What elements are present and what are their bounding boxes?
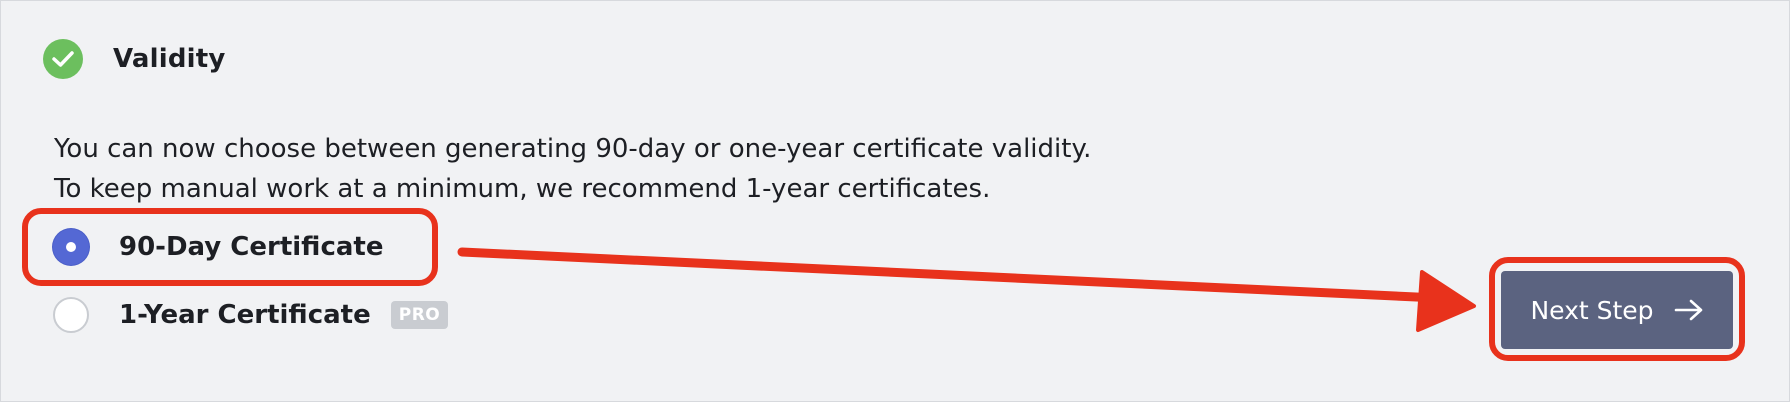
radio-90-day[interactable] <box>53 229 89 265</box>
option-90-day[interactable]: 90-Day Certificate <box>53 229 383 265</box>
description-line: To keep manual work at a minimum, we rec… <box>54 174 991 204</box>
description-line: You can now choose between generating 90… <box>54 134 1092 164</box>
section-title: Validity <box>113 44 226 74</box>
validity-panel: Validity You can now choose between gene… <box>0 0 1790 402</box>
arrow-right-icon <box>1674 299 1704 321</box>
section-header: Validity <box>43 39 226 79</box>
next-step-label: Next Step <box>1530 295 1654 325</box>
next-step-button[interactable]: Next Step <box>1501 271 1733 349</box>
option-label: 90-Day Certificate <box>119 232 384 262</box>
section-description: You can now choose between generating 90… <box>54 129 1091 209</box>
check-circle-icon <box>43 39 83 79</box>
pro-badge: PRO <box>390 301 449 329</box>
option-label: 1-Year Certificate <box>119 300 371 330</box>
radio-1-year[interactable] <box>53 297 89 333</box>
radio-dot <box>66 242 76 252</box>
option-1-year[interactable]: 1-Year Certificate PRO <box>53 297 449 333</box>
